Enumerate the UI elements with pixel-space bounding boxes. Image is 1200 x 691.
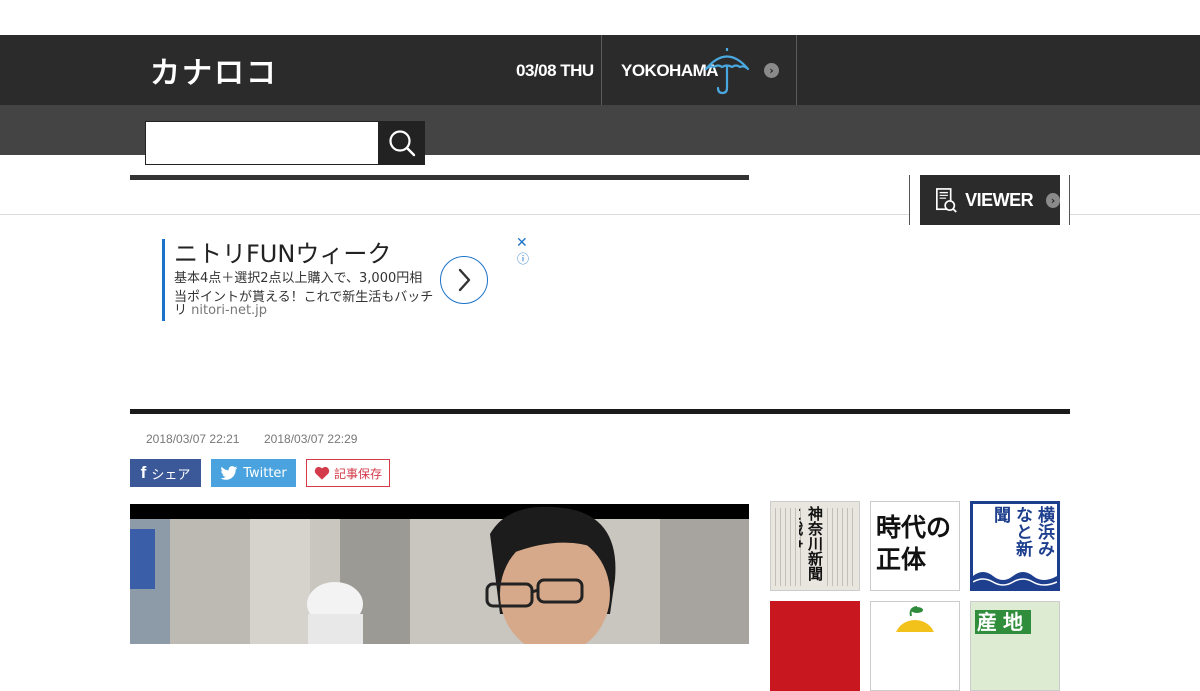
facebook-share-button[interactable]: f シェア	[130, 459, 201, 487]
ad-title[interactable]: ニトリFUNウィーク	[174, 238, 391, 270]
viewer-arrow-icon: ›	[1046, 192, 1060, 208]
facebook-share-label: シェア	[151, 467, 191, 483]
sidebar-thumb-citrus[interactable]	[870, 601, 960, 691]
weather-detail-arrow-icon[interactable]: ›	[764, 63, 779, 78]
ad-description-line[interactable]: 基本4点＋選択2点以上購入で、3,000円相	[174, 269, 422, 288]
ad-close-icon[interactable]: ✕	[516, 236, 528, 250]
umbrella-icon	[704, 48, 750, 95]
newsprint-texture	[827, 508, 857, 586]
ad-info-icon[interactable]: ⓘ	[517, 253, 529, 266]
ad-description-line[interactable]: リ nitori-net.jp	[174, 301, 267, 320]
chevron-right-icon	[458, 268, 471, 292]
current-date: 03/08 THU	[516, 61, 594, 80]
citrus-icon	[895, 606, 935, 656]
newsprint-texture	[775, 508, 801, 586]
viewer-button[interactable]: VIEWER ›	[920, 175, 1060, 225]
section-rule	[130, 175, 749, 180]
save-article-button[interactable]: 記事保存	[306, 459, 390, 487]
search-button[interactable]	[379, 121, 425, 165]
search-icon	[389, 130, 416, 157]
site-logo[interactable]: カナロコ	[150, 50, 278, 91]
sidebar-thumb-red[interactable]	[770, 601, 860, 691]
viewer-label: VIEWER	[965, 189, 1034, 210]
thumb-title: 時代の正体	[876, 513, 952, 574]
ad-next-button[interactable]	[440, 256, 488, 304]
twitter-bird-icon	[220, 465, 238, 480]
article-top-rule	[130, 409, 1070, 414]
article-photo	[130, 504, 749, 644]
thumb-title: 横浜みなと新聞	[990, 506, 1054, 557]
thumb-title: 産地	[975, 610, 1031, 634]
facebook-icon: f	[140, 463, 147, 482]
ad-domain: nitori-net.jp	[191, 303, 268, 318]
updated-timestamp: 2018/03/07 22:29	[264, 432, 358, 446]
header-divider	[601, 35, 602, 105]
wave-icon	[973, 572, 1057, 588]
search-input[interactable]	[145, 121, 379, 165]
heart-icon	[314, 466, 330, 480]
sidebar-thumb-kanagawa-war[interactable]: 神奈川新聞と戦争	[770, 501, 860, 591]
twitter-share-label: Twitter	[243, 465, 287, 481]
sidebar-thumb-sanchi[interactable]: 産地	[970, 601, 1060, 691]
newspaper-viewer-icon	[936, 188, 957, 213]
ad-accent-bar	[162, 239, 165, 321]
header-divider	[796, 35, 797, 105]
sidebar-thumb-jidai-no-shotai[interactable]: 時代の正体	[870, 501, 960, 591]
sidebar-thumb-yokohama-minato[interactable]: 横浜みなと新聞	[970, 501, 1060, 591]
article-photo-image	[130, 506, 749, 644]
save-article-label: 記事保存	[333, 466, 382, 481]
thumb-title: 神奈川新聞と戦争	[799, 506, 824, 581]
ad-description-tail: リ	[174, 303, 188, 318]
twitter-share-button[interactable]: Twitter	[211, 459, 296, 487]
published-timestamp: 2018/03/07 22:21	[146, 432, 240, 446]
